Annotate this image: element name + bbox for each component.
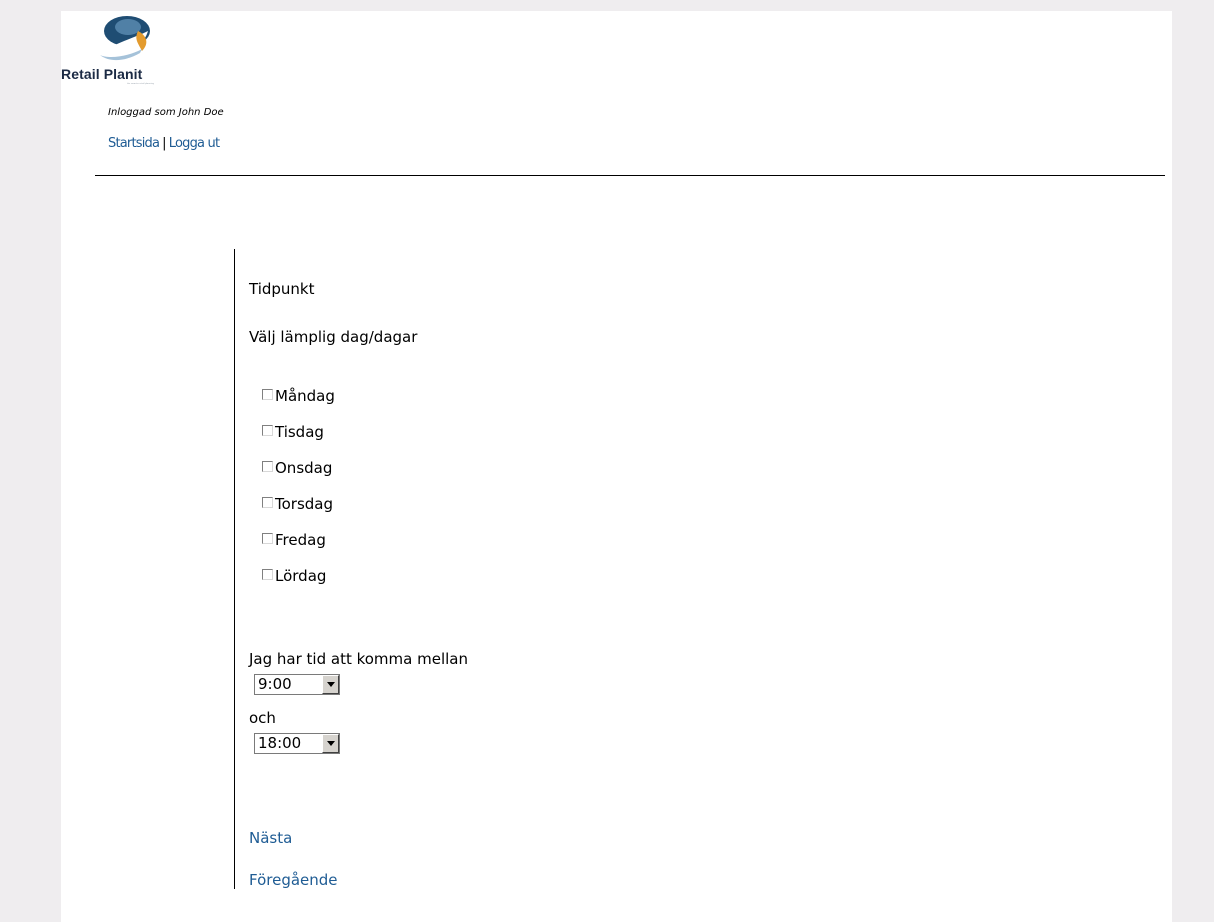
nav-separator: |: [162, 136, 166, 151]
day-label: Onsdag: [275, 459, 333, 477]
day-label: Fredag: [275, 531, 326, 549]
checkbox[interactable]: [262, 425, 273, 436]
day-checkbox-wednesday[interactable]: Onsdag: [262, 458, 332, 478]
from-time-value: 9:00: [258, 675, 292, 693]
checkbox[interactable]: [262, 569, 273, 580]
time-range-label: Jag har tid att komma mellan: [249, 650, 468, 668]
day-label: Torsdag: [275, 495, 334, 513]
logo-mark-icon: [100, 16, 150, 61]
day-checkbox-tuesday[interactable]: Tisdag: [262, 422, 324, 442]
day-label: Lördag: [275, 567, 327, 585]
chevron-down-icon[interactable]: [322, 734, 339, 753]
logged-in-status: Inloggad som John Doe: [108, 107, 224, 118]
day-checkbox-thursday[interactable]: Torsdag: [262, 494, 333, 514]
page: Retail Planit the smarter retail plannin…: [61, 11, 1172, 922]
next-link[interactable]: Nästa: [249, 829, 292, 847]
header-divider: [95, 175, 1165, 176]
logo-text: Retail Planit: [61, 66, 143, 82]
home-link[interactable]: Startsida: [108, 136, 160, 151]
checkbox[interactable]: [262, 533, 273, 544]
to-time-value: 18:00: [258, 734, 302, 752]
day-checkbox-monday[interactable]: Måndag: [262, 386, 335, 406]
logo-tagline: the smarter retail planning: [127, 83, 154, 85]
form-instruction: Välj lämplig dag/dagar: [249, 328, 418, 346]
to-time-select[interactable]: 18:00: [254, 733, 340, 754]
retail-planit-logo: Retail Planit the smarter retail plannin…: [61, 11, 188, 89]
day-checkbox-saturday[interactable]: Lördag: [262, 566, 326, 586]
form-heading: Tidpunkt: [249, 280, 315, 298]
day-label: Tisdag: [275, 423, 324, 441]
checkbox[interactable]: [262, 389, 273, 400]
previous-link[interactable]: Föregående: [249, 871, 338, 889]
checkbox[interactable]: [262, 461, 273, 472]
booking-form: Tidpunkt Välj lämplig dag/dagar Måndag T…: [234, 249, 635, 889]
day-label: Måndag: [275, 387, 335, 405]
logout-link[interactable]: Logga ut: [169, 136, 220, 151]
top-navigation: Startsida | Logga ut: [108, 136, 220, 151]
and-label: och: [249, 709, 276, 727]
day-checkbox-friday[interactable]: Fredag: [262, 530, 326, 550]
checkbox[interactable]: [262, 497, 273, 508]
from-time-select[interactable]: 9:00: [254, 674, 340, 695]
chevron-down-icon[interactable]: [322, 675, 339, 694]
